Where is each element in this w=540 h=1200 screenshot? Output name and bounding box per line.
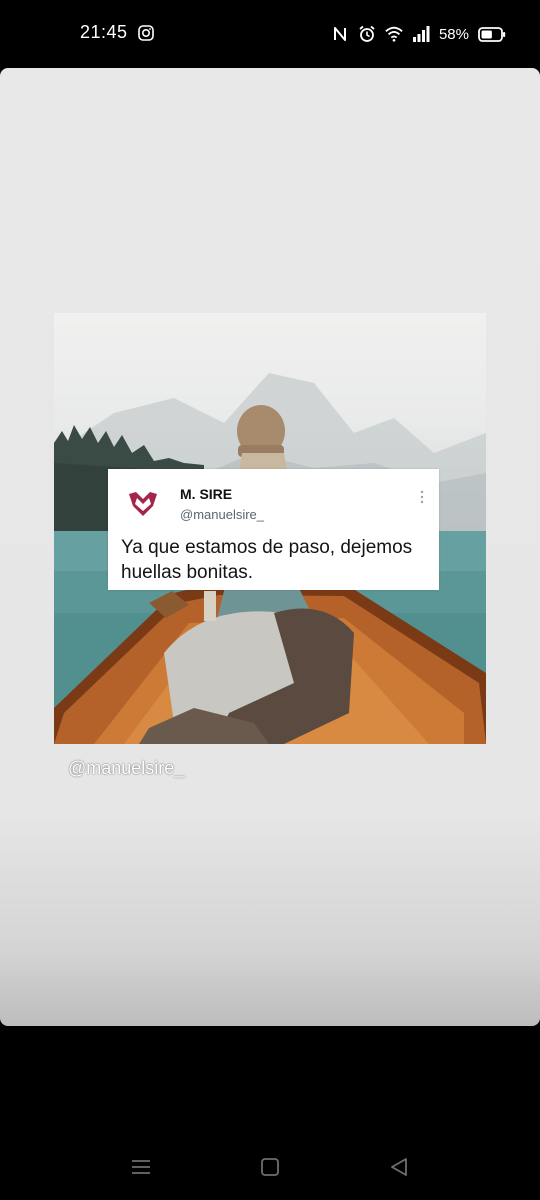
battery-icon (478, 26, 506, 42)
battery-percent: 58% (438, 25, 469, 43)
tweet-author-handle: @manuelsire_ (180, 507, 265, 522)
status-icons: 58% (331, 22, 506, 46)
wifi-icon (385, 26, 403, 42)
avatar-logo-icon[interactable] (126, 486, 160, 520)
story-card[interactable]: M. SIRE @manuelsire_ Ya que estamos de p… (0, 68, 540, 1026)
mention-sticker[interactable]: @manuelsire_ (68, 758, 184, 779)
status-bar: 21:45 58% (0, 0, 540, 68)
back-icon[interactable] (388, 1156, 410, 1178)
navigation-bar (0, 1130, 540, 1200)
signal-icon (412, 26, 430, 42)
tweet-author-name: M. SIRE (180, 486, 233, 502)
status-time: 21:45 (80, 22, 128, 42)
nfc-icon (333, 27, 346, 41)
alarm-icon (359, 25, 375, 42)
menu-icon[interactable] (130, 1156, 152, 1178)
more-options-icon[interactable] (419, 489, 425, 505)
instagram-icon (138, 25, 154, 41)
tweet-card[interactable]: M. SIRE @manuelsire_ Ya que estamos de p… (108, 469, 439, 590)
tweet-text: Ya que estamos de paso, dejemos huellas … (121, 537, 413, 583)
home-icon[interactable] (259, 1156, 281, 1178)
